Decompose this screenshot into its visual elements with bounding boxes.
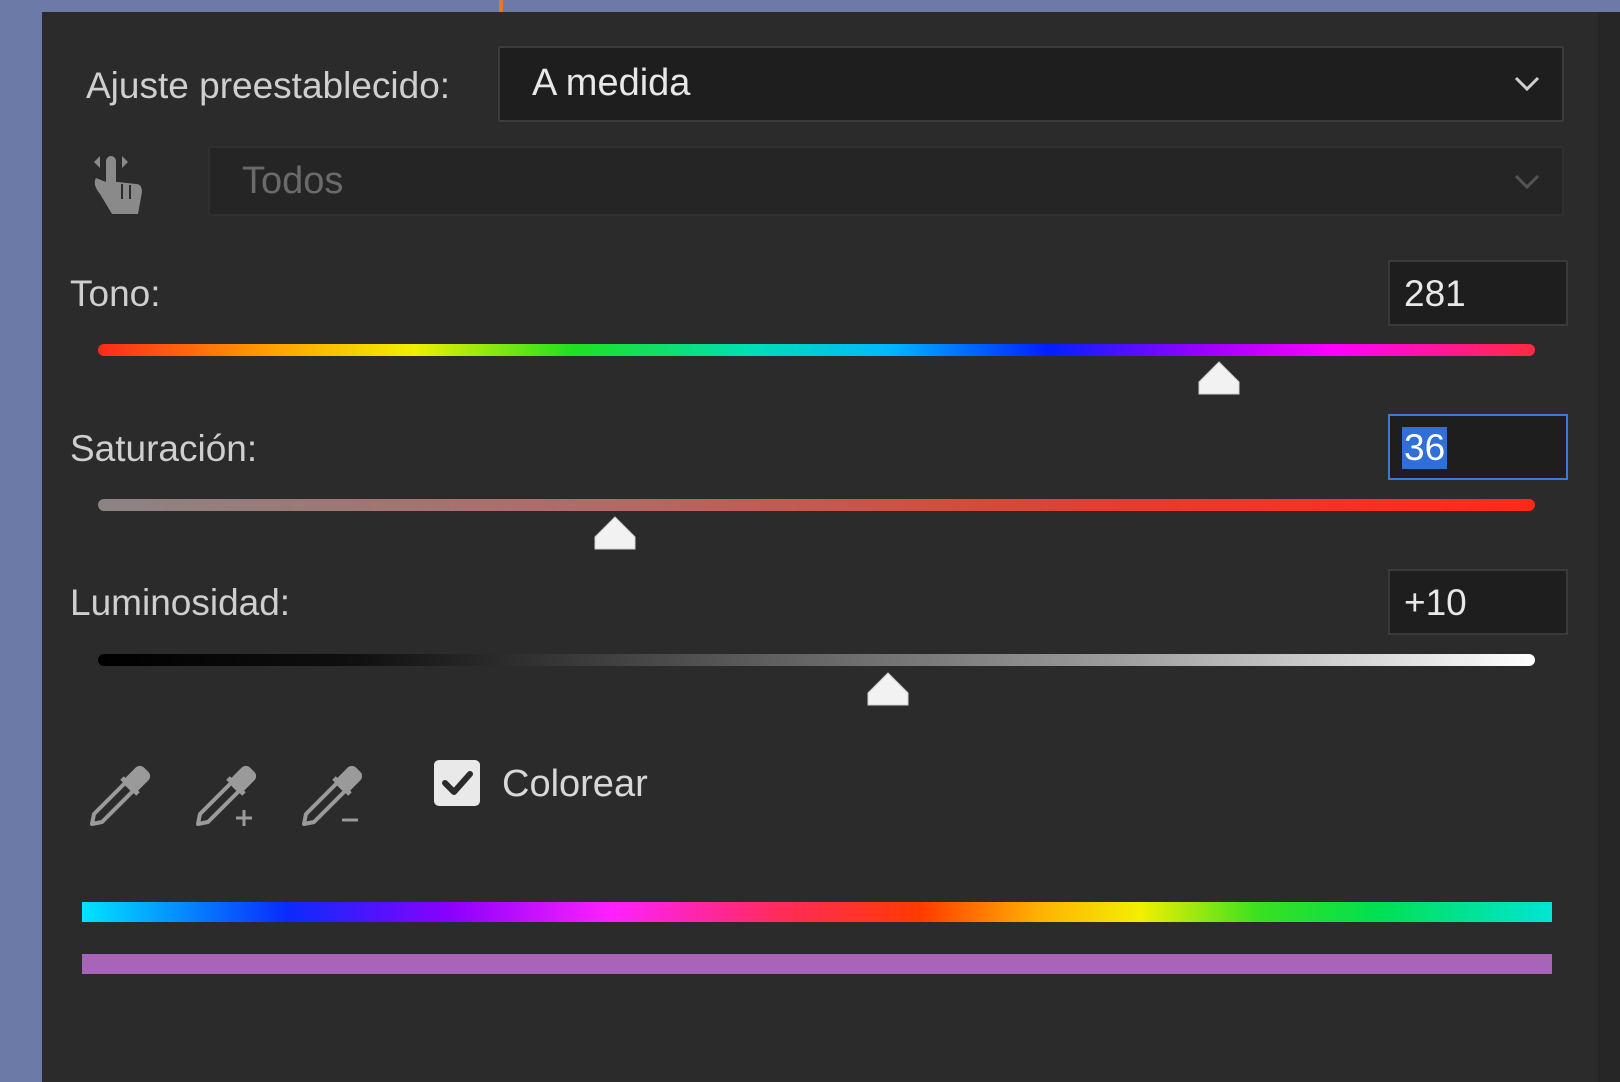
hue-label: Tono: (70, 273, 161, 314)
lightness-label: Luminosidad: (70, 582, 291, 623)
channel-dropdown[interactable]: Todos (208, 146, 1564, 216)
preset-dropdown[interactable]: A medida (498, 46, 1564, 122)
saturation-label: Saturación: (70, 428, 258, 469)
colorize-label: Colorear (502, 763, 648, 805)
tab-indicator (499, 0, 503, 12)
chevron-down-icon (1514, 76, 1540, 92)
chevron-down-icon (1514, 174, 1540, 190)
lightness-input[interactable]: +10 (1388, 569, 1568, 635)
hand-targeted-adjustment-icon[interactable] (82, 144, 162, 224)
hue-input[interactable]: 281 (1388, 260, 1568, 326)
source-color-spectrum (82, 902, 1552, 922)
saturation-slider-thumb[interactable] (593, 515, 637, 551)
lightness-slider-thumb[interactable] (866, 671, 910, 707)
preset-dropdown-value: A medida (532, 62, 691, 104)
saturation-input-value: 36 (1402, 427, 1448, 469)
eyedropper-icon[interactable] (82, 752, 162, 832)
result-color-bar (82, 954, 1552, 974)
panel-scrollbar-gutter (1598, 12, 1620, 1082)
checkmark-icon (442, 771, 473, 795)
lightness-slider-track[interactable] (98, 654, 1535, 666)
eyedropper-add-icon[interactable] (188, 752, 268, 832)
hue-slider-track[interactable] (98, 344, 1535, 356)
colorize-checkbox[interactable] (434, 760, 480, 806)
channel-dropdown-value: Todos (242, 160, 344, 202)
saturation-input[interactable]: 36 (1388, 414, 1568, 480)
lightness-input-value: +10 (1404, 582, 1467, 623)
saturation-slider-track[interactable] (98, 499, 1535, 511)
preset-label: Ajuste preestablecido: (86, 65, 451, 106)
hue-slider-thumb[interactable] (1197, 360, 1241, 396)
hue-input-value: 281 (1404, 273, 1466, 314)
eyedropper-subtract-icon[interactable] (294, 752, 374, 832)
